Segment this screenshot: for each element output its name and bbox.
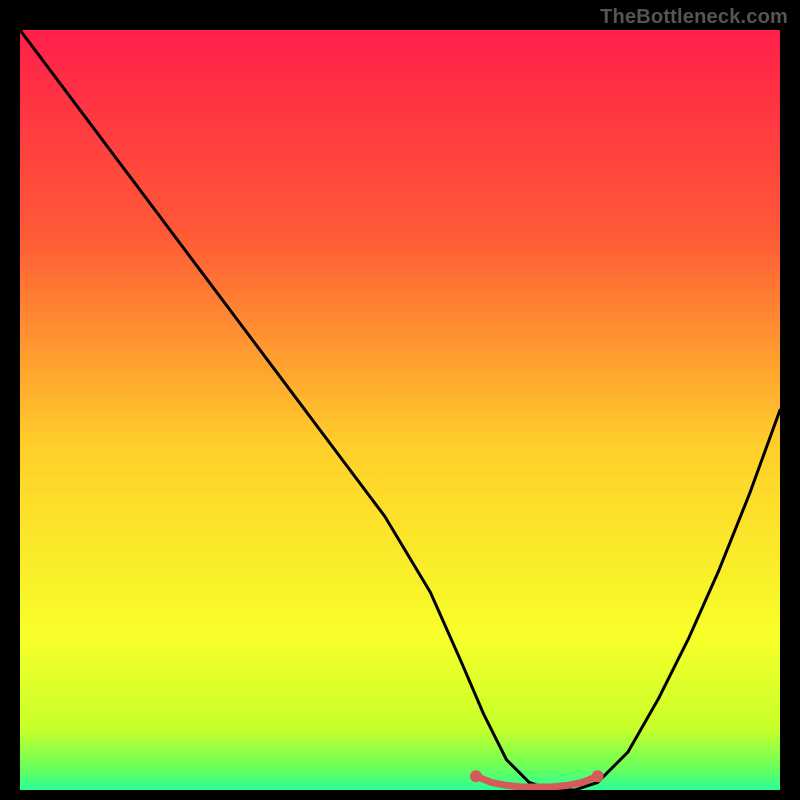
- optimal-flat-marker-dot: [592, 770, 604, 782]
- watermark-text: TheBottleneck.com: [600, 6, 788, 29]
- plot-area: [20, 30, 780, 790]
- chart-frame: TheBottleneck.com: [0, 0, 800, 800]
- gradient-background: [20, 30, 780, 790]
- optimal-flat-marker-dot: [470, 770, 482, 782]
- plot-svg: [20, 30, 780, 790]
